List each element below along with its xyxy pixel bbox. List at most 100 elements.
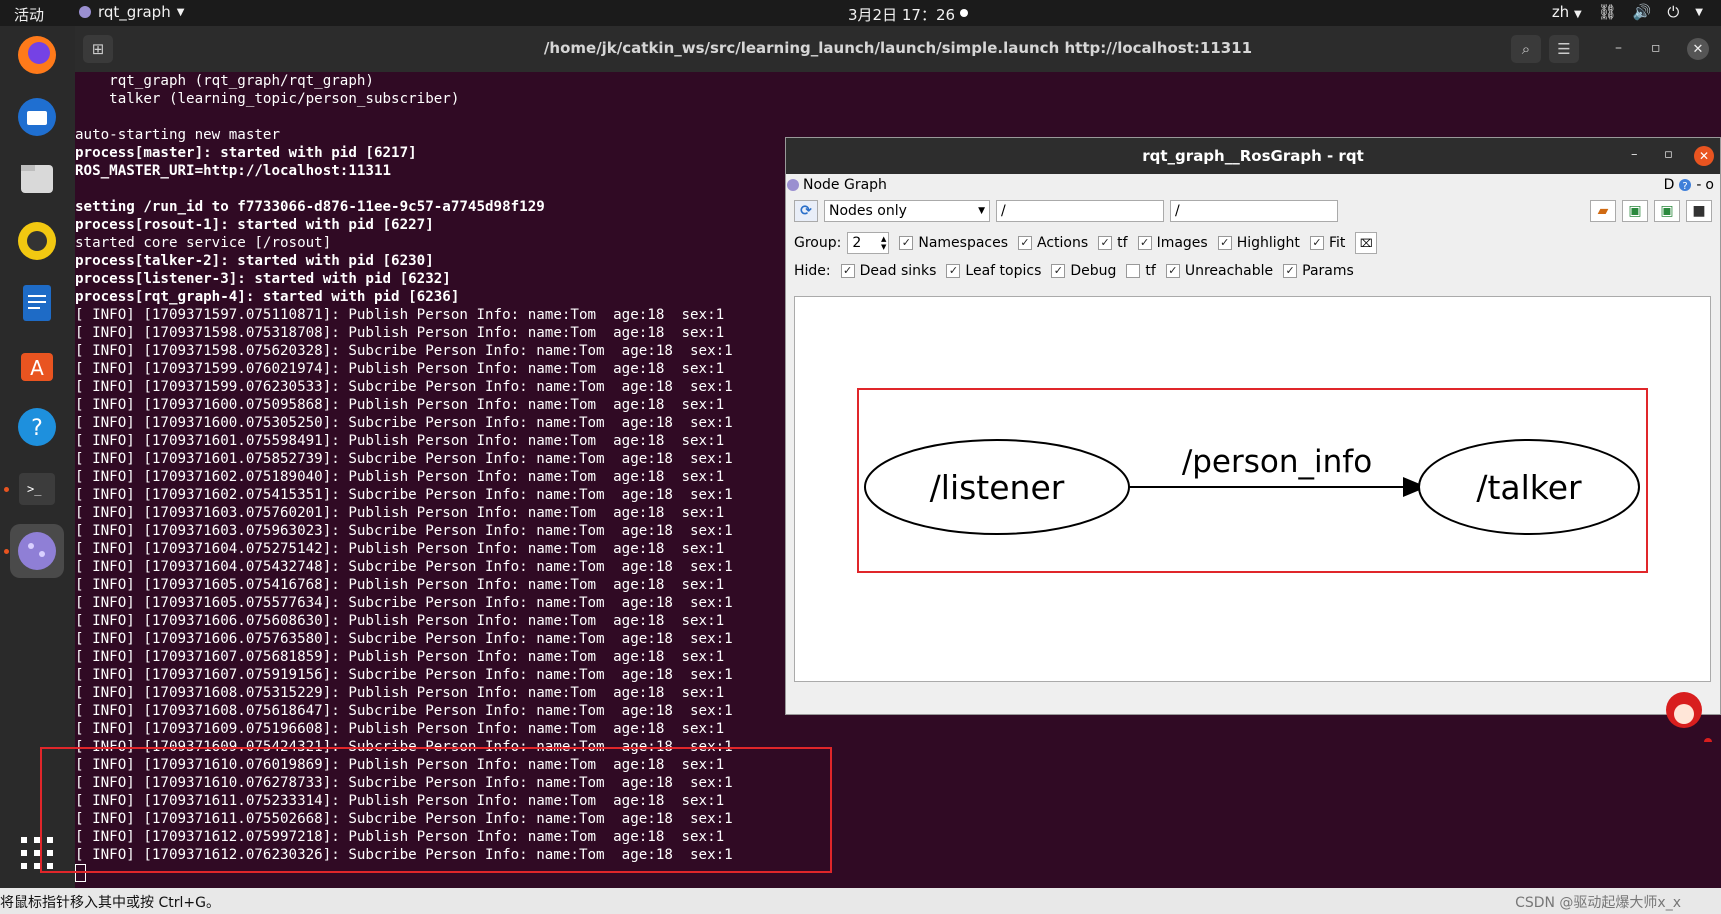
node-talker-label: /talker bbox=[1476, 468, 1582, 507]
checkmark-icon: ✓ bbox=[1165, 264, 1180, 278]
checkbox-label: Leaf topics bbox=[965, 263, 1042, 279]
mascot-image bbox=[1652, 686, 1712, 746]
thunderbird-icon[interactable] bbox=[10, 90, 64, 144]
checkbox-highlight[interactable]: ✓ Highlight bbox=[1217, 235, 1300, 251]
load-dot-button[interactable]: ▰ bbox=[1590, 200, 1616, 222]
plugin-header: Node Graph D ? - o bbox=[786, 174, 1720, 196]
input-method[interactable]: zh ▼ bbox=[1552, 3, 1582, 21]
chevron-down-icon: ▼ bbox=[1573, 9, 1582, 20]
notification-dot bbox=[960, 9, 968, 17]
svg-text:A: A bbox=[30, 356, 44, 380]
checkbox-label: Highlight bbox=[1236, 235, 1300, 251]
node-listener-label: /listener bbox=[930, 468, 1065, 507]
group-label: Group: bbox=[794, 235, 842, 251]
checkbox-leaf-topics[interactable]: ✓ Leaf topics bbox=[946, 263, 1041, 279]
checkbox-debug[interactable]: ✓ Debug bbox=[1051, 263, 1116, 279]
folder-icon: ▰ bbox=[1597, 203, 1609, 219]
close-plugin-button[interactable]: o bbox=[1705, 177, 1714, 193]
clock[interactable]: 3月2日 17：26 bbox=[848, 4, 955, 25]
menu-button[interactable]: ☰ bbox=[1549, 35, 1579, 63]
minimize-button[interactable]: – bbox=[1631, 147, 1638, 162]
files-icon[interactable] bbox=[10, 152, 64, 206]
save-svg-button[interactable]: ▣ bbox=[1654, 200, 1680, 222]
checkbox-images[interactable]: ✓ Images bbox=[1137, 235, 1208, 251]
running-indicator bbox=[4, 487, 9, 492]
minimize-plugin-button[interactable]: - bbox=[1696, 177, 1701, 193]
mode-select-value: Nodes only bbox=[829, 203, 907, 219]
top-bar: 活动 rqt_graph ▼ 3月2日 17：26 zh ▼ ⛓ 🔊 ⏻ ▼ bbox=[0, 0, 1721, 26]
system-tray[interactable]: zh ▼ ⛓ 🔊 ⏻ ▼ bbox=[1552, 3, 1703, 21]
maximize-button[interactable]: ▫ bbox=[1664, 147, 1673, 162]
lang-label: zh bbox=[1551, 3, 1570, 21]
firefox-icon[interactable] bbox=[10, 28, 64, 82]
checkmark-icon: ✓ bbox=[1051, 264, 1066, 278]
plugin-controls: D ? - o bbox=[1664, 177, 1714, 193]
search-button[interactable]: ⌕ bbox=[1511, 35, 1541, 63]
checkmark-icon: ✓ bbox=[899, 236, 914, 250]
highlight-box-log bbox=[40, 747, 832, 873]
graph-toolbar: ⟳ Nodes only ▼ / / bbox=[794, 200, 1338, 222]
checkbox-namespaces[interactable]: ✓ Namespaces bbox=[899, 235, 1008, 251]
checkmark-icon: ✓ bbox=[1098, 236, 1113, 250]
refresh-button[interactable]: ⟳ bbox=[794, 200, 818, 222]
options-row: Group: 2 ▲ ▼ ✓ Namespaces ✓ Actions ✓ tf ✓ Images… bbox=[794, 232, 1378, 254]
running-indicator bbox=[4, 549, 9, 554]
save-image-button[interactable]: ■ bbox=[1686, 200, 1712, 222]
graph-canvas[interactable]: /listener /person_info /talker bbox=[794, 296, 1711, 682]
checkbox-params[interactable]: ✓ Params bbox=[1283, 263, 1354, 279]
checkbox-empty-icon bbox=[1126, 264, 1141, 278]
dock-plugin-button[interactable]: D bbox=[1664, 177, 1675, 193]
checkbox-label: Debug bbox=[1070, 263, 1117, 279]
minimize-button[interactable]: – bbox=[1615, 40, 1622, 56]
auto-fit-button[interactable]: ⌧ bbox=[1355, 232, 1378, 254]
help-icon[interactable]: ? bbox=[10, 400, 64, 454]
checkbox-tf[interactable]: ✓ tf bbox=[1098, 235, 1128, 251]
checkbox-label: Images bbox=[1156, 235, 1208, 251]
save-dot-button[interactable]: ▣ bbox=[1622, 200, 1648, 222]
terminal-line: rqt_graph (rqt_graph/rqt_graph) bbox=[75, 73, 374, 89]
checkbox-label: Params bbox=[1302, 263, 1354, 279]
app-menu[interactable]: rqt_graph ▼ bbox=[78, 3, 184, 21]
checkbox-fit[interactable]: ✓ Fit bbox=[1309, 235, 1345, 251]
checkbox-actions[interactable]: ✓ Actions bbox=[1018, 235, 1088, 251]
status-bar: 将鼠标指针移入其中或按 Ctrl+G。 CSDN @驱动起爆大师x_x bbox=[0, 888, 1721, 914]
topic-filter-input[interactable]: / bbox=[1170, 200, 1338, 222]
checkbox-tf[interactable]: tf bbox=[1126, 263, 1156, 279]
checkbox-label: Actions bbox=[1037, 235, 1089, 251]
mode-select[interactable]: Nodes only ▼ bbox=[824, 200, 990, 222]
rqt-titlebar: rqt_graph__RosGraph - rqt – ▫ ✕ bbox=[786, 138, 1720, 174]
topic-label: /person_info bbox=[1182, 444, 1372, 480]
node-filter-input[interactable]: / bbox=[996, 200, 1164, 222]
export-toolbar: ▰ ▣ ▣ ■ bbox=[1590, 200, 1712, 222]
checkbox-label: Unreachable bbox=[1184, 263, 1274, 279]
maximize-button[interactable]: ▫ bbox=[1651, 40, 1661, 56]
chevron-down-icon: ▼ bbox=[978, 206, 985, 216]
terminal-titlebar: ⊞ /home/jk/catkin_ws/src/learning_launch… bbox=[75, 26, 1721, 72]
rqt-icon[interactable] bbox=[10, 524, 64, 578]
checkbox-dead-sinks[interactable]: ✓ Dead sinks bbox=[840, 263, 936, 279]
hide-label: Hide: bbox=[794, 263, 831, 279]
checkmark-icon: ✓ bbox=[1283, 264, 1298, 278]
watermark: CSDN @驱动起爆大师x_x bbox=[1515, 895, 1681, 911]
terminal-title: /home/jk/catkin_ws/src/learning_launch/l… bbox=[543, 39, 1253, 57]
svg-text:?: ? bbox=[31, 416, 43, 441]
power-icon: ⏻ bbox=[1667, 3, 1680, 21]
svg-text:?: ? bbox=[1683, 181, 1688, 192]
activities-button[interactable]: 活动 bbox=[14, 4, 44, 25]
rqt-title: rqt_graph__RosGraph - rqt bbox=[1142, 147, 1364, 165]
spin-arrows-icon: ▲ ▼ bbox=[880, 235, 887, 251]
close-button[interactable]: ✕ bbox=[1687, 38, 1709, 60]
terminal-icon[interactable]: >_ bbox=[10, 462, 64, 516]
rhythmbox-icon[interactable] bbox=[10, 214, 64, 268]
checkmark-icon: ✓ bbox=[1309, 236, 1324, 250]
save-icon: ▣ bbox=[1628, 203, 1642, 219]
writer-icon[interactable] bbox=[10, 276, 64, 330]
group-spinbox[interactable]: 2 ▲ ▼ bbox=[847, 232, 890, 254]
software-center-icon[interactable]: A bbox=[10, 338, 64, 392]
help-icon[interactable]: ? bbox=[1678, 178, 1692, 192]
terminal-line: [ INFO] [1709371609.075196608]: Publish … bbox=[75, 721, 725, 737]
close-button[interactable]: ✕ bbox=[1694, 146, 1714, 166]
checkbox-unreachable[interactable]: ✓ Unreachable bbox=[1165, 263, 1274, 279]
network-icon: ⛓ bbox=[1597, 3, 1617, 21]
